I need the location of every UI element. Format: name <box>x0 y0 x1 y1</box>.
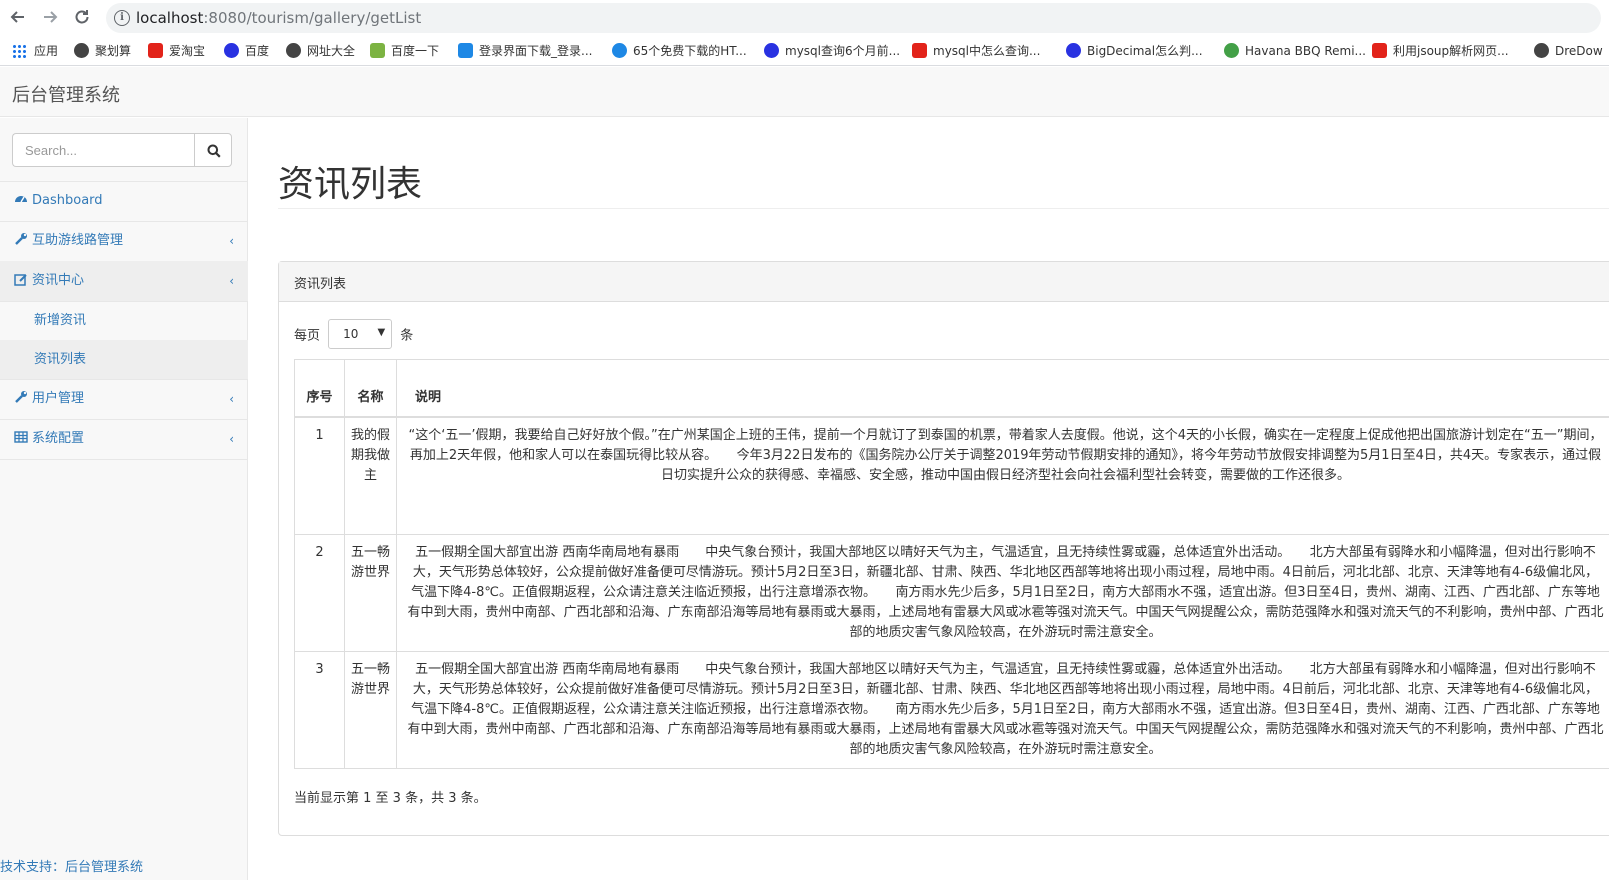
cell-index: 3 <box>294 651 345 769</box>
bookmark[interactable]: 爱淘宝 <box>148 42 205 60</box>
dropdown-arrow-icon: ▼ <box>377 327 386 338</box>
page-length-value: 10 <box>343 327 359 341</box>
chevron-left-icon: ‹ <box>229 392 234 406</box>
divider <box>278 208 1609 209</box>
cell-description: 五一假期全国大部宜出游 西南华南局地有暴雨 中央气象台预计，我国大部地区以晴好天… <box>396 534 1609 652</box>
info-icon[interactable]: i <box>114 10 130 26</box>
page-length-select[interactable]: 10 ▼ <box>328 319 393 349</box>
chevron-left-icon: ‹ <box>229 432 234 446</box>
news-table: 序号 名称 说明 1 我的假期我做主 “这个‘五一’假期，我要给自己好好放个假。… <box>294 359 1609 769</box>
column-header-description[interactable]: 说明 <box>396 359 1609 418</box>
url-text: localhost:8080/tourism/gallery/getList <box>136 9 422 27</box>
sidebar-item-news-center[interactable]: 资讯中心 ‹ <box>0 261 248 301</box>
csdn-icon <box>1372 43 1387 58</box>
cell-index: 2 <box>294 534 345 652</box>
table-row: 3 五一畅游世界 五一假期全国大部宜出游 西南华南局地有暴雨 中央气象台预计，我… <box>294 651 1609 769</box>
apps-grid-icon <box>12 44 26 58</box>
cell-name: 我的假期我做主 <box>344 416 397 535</box>
wrench-icon <box>15 233 27 245</box>
bookmark[interactable]: 65个免费下载的HT... <box>612 42 747 60</box>
bookmark[interactable]: DreDow <box>1534 42 1603 60</box>
cell-description: 五一假期全国大部宜出游 西南华南局地有暴雨 中央气象台预计，我国大部地区以晴好天… <box>396 651 1609 769</box>
table-info: 当前显示第 1 至 3 条，共 3 条。 <box>294 791 487 806</box>
sidebar-item-routes[interactable]: 互助游线路管理 ‹ <box>0 221 248 261</box>
bookmark[interactable]: 网址大全 <box>286 42 355 60</box>
edit-icon <box>14 274 27 286</box>
search-icon <box>207 144 221 158</box>
baidu-paw-icon <box>764 43 779 58</box>
news-list-panel: 资讯列表 每页 10 ▼ 条 序号 名称 说明 1 我的假期我做主 “这个‘五一… <box>278 261 1609 836</box>
chevron-left-icon: ‹ <box>229 234 234 248</box>
panel-heading: 资讯列表 <box>279 262 1609 302</box>
dashboard-icon <box>15 196 27 203</box>
house-icon <box>370 43 385 58</box>
bookmarks-bar: 应用 聚划算 爱淘宝 百度 网址大全 百度一下 登录界面下载_登录... 65个… <box>0 36 1609 66</box>
search-button[interactable] <box>194 133 232 167</box>
bookmark[interactable]: Havana BBQ Remi... <box>1224 42 1366 60</box>
bookmark[interactable]: 百度 <box>224 42 269 60</box>
table-row: 1 我的假期我做主 “这个‘五一’假期，我要给自己好好放个假。”在广州某国企上班… <box>294 416 1609 535</box>
taobao-icon <box>148 43 163 58</box>
bookmark[interactable]: mysql中怎么查询... <box>912 42 1040 60</box>
cell-index: 1 <box>294 416 345 535</box>
globe-icon <box>286 43 301 58</box>
bookmark[interactable]: BigDecimal怎么判... <box>1066 42 1203 60</box>
address-bar[interactable]: i localhost:8080/tourism/gallery/getList <box>106 3 1601 33</box>
sidebar-subitem-add-news[interactable]: 新增资讯 <box>0 301 248 340</box>
sidebar-item-users[interactable]: 用户管理 ‹ <box>0 379 248 419</box>
bookmark[interactable]: 聚划算 <box>74 42 131 60</box>
footer-credit: 技术支持：后台管理系统 <box>0 860 144 875</box>
globe-icon <box>74 43 89 58</box>
page-length-control: 每页 10 ▼ 条 <box>294 319 413 349</box>
browser-toolbar: i localhost:8080/tourism/gallery/getList <box>0 0 1609 36</box>
length-suffix: 条 <box>400 328 414 344</box>
table-header-row: 序号 名称 说明 <box>294 359 1609 418</box>
csdn-icon <box>912 43 927 58</box>
length-prefix: 每页 <box>294 328 321 344</box>
search-input[interactable] <box>12 133 194 167</box>
table-row: 2 五一畅游世界 五一假期全国大部宜出游 西南华南局地有暴雨 中央气象台预计，我… <box>294 534 1609 652</box>
bookmark[interactable]: 利用jsoup解析网页... <box>1372 42 1509 60</box>
sidebar-item-system-config[interactable]: 系统配置 ‹ <box>0 419 248 459</box>
cell-name: 五一畅游世界 <box>344 651 397 769</box>
back-arrow-icon[interactable] <box>8 8 28 28</box>
cell-description: “这个‘五一’假期，我要给自己好好放个假。”在广州某国企上班的王伟，提前一个月就… <box>396 416 1609 535</box>
column-header-index[interactable]: 序号 <box>294 359 345 418</box>
page-title: 资讯列表 <box>278 164 423 205</box>
brand-title[interactable]: 后台管理系统 <box>12 81 120 107</box>
bookmark[interactable]: mysql查询6个月前... <box>764 42 900 60</box>
column-header-name[interactable]: 名称 <box>344 359 397 418</box>
bookmark[interactable]: 百度一下 <box>370 42 439 60</box>
sidebar: Dashboard 互助游线路管理‹ 资讯中心‹ 新增资讯 资讯列表 用户管理‹… <box>0 118 248 880</box>
sidebar-search <box>12 133 232 167</box>
app-navbar: 后台管理系统 <box>0 67 1609 117</box>
cell-name: 五一畅游世界 <box>344 534 397 652</box>
baidu-paw-icon <box>1066 43 1081 58</box>
divider <box>0 459 248 460</box>
ui-logo-icon <box>612 43 627 58</box>
spotify-icon <box>1224 43 1239 58</box>
chevron-left-icon: ‹ <box>229 274 234 288</box>
globe-icon <box>1534 43 1549 58</box>
page-icon <box>458 43 473 58</box>
sidebar-subitem-news-list[interactable]: 资讯列表 <box>0 340 248 379</box>
bookmark[interactable]: 登录界面下载_登录... <box>458 42 592 60</box>
table-icon <box>14 431 28 443</box>
bookmark-apps[interactable]: 应用 <box>12 42 58 60</box>
reload-icon[interactable] <box>72 8 92 28</box>
sidebar-item-dashboard[interactable]: Dashboard <box>0 181 248 221</box>
wrench-icon <box>15 391 27 403</box>
forward-arrow-icon[interactable] <box>40 8 60 28</box>
baidu-paw-icon <box>224 43 239 58</box>
